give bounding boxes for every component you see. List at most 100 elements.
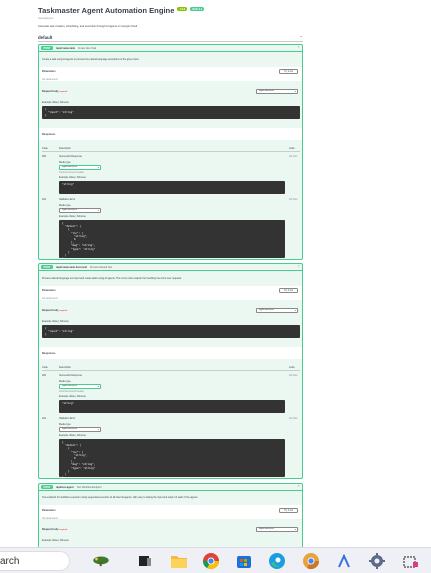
operation-header[interactable]: POST /api/test-agent Test Workflow Endpo… [39, 484, 302, 491]
response-example-code: { "detail": [ { "loc": [ "string", 0 ], … [59, 220, 285, 260]
operation-header[interactable]: POST /api/create-task Create New Task ⌃ [39, 45, 302, 52]
edge-icon[interactable] [268, 552, 286, 570]
chevron-down-icon: ▾ [294, 90, 296, 93]
controls-accept-note: Controls Accept header. [59, 171, 85, 174]
links-column-header: Links [289, 366, 295, 369]
example-value-tabs[interactable]: Example Value | Schema [59, 395, 86, 398]
tag-default-header[interactable]: default ⌃ [38, 34, 303, 42]
example-value-tabs[interactable]: Example Value | Schema [59, 215, 86, 218]
example-value-tabs[interactable]: Example Value | Schema [42, 539, 69, 542]
chevron-up-icon[interactable]: ⌃ [297, 485, 300, 489]
operation-path: /api/create-task-from-text [56, 265, 88, 269]
chevron-down-icon: ▾ [97, 209, 99, 212]
example-value-tabs[interactable]: Example Value | Schema [59, 176, 86, 179]
response-example-code: "string" [59, 181, 285, 194]
operation-test-agent: POST /api/test-agent Test Workflow Endpo… [38, 483, 303, 547]
request-content-type-select[interactable]: application/json ▾ [256, 89, 298, 94]
chevron-down-icon: ▾ [294, 528, 296, 531]
description-column-header: Description [59, 366, 71, 369]
api-header: Taskmaster Agent Automation Engine 1.0.0… [38, 6, 338, 28]
operation-path: /api/create-task [56, 46, 75, 50]
example-value-tabs[interactable]: Example Value | Schema [59, 434, 86, 437]
version-badge: 1.0.0 [177, 7, 188, 11]
request-example-code: { "input": "string" } [42, 325, 300, 338]
required-marker: required [59, 529, 68, 531]
response-code: 200 [42, 374, 46, 377]
try-it-out-button[interactable]: Try it out [279, 69, 298, 74]
search-text: arch [0, 555, 20, 567]
taskbar-search-box[interactable]: arch [0, 551, 70, 571]
response-description: Successful Response [59, 155, 82, 158]
chevron-down-icon: ▾ [294, 309, 296, 312]
divider [42, 151, 300, 152]
media-type-value: application/json [62, 428, 78, 431]
swagger-page: Taskmaster Agent Automation Engine 1.0.0… [0, 0, 431, 547]
windows-taskbar: arch [0, 547, 431, 573]
response-media-type-select[interactable]: application/json ▾ [59, 165, 101, 170]
response-example-code: { "detail": [ { "loc": [ "string", 0 ], … [59, 439, 285, 479]
chevron-down-icon: ▾ [97, 166, 99, 169]
response-media-type-select[interactable]: application/json ▾ [59, 384, 101, 389]
snipping-tool-icon[interactable] [402, 552, 420, 570]
required-marker: required [59, 91, 68, 93]
tree-widget-icon[interactable] [92, 552, 110, 570]
example-value-tabs[interactable]: Example Value | Schema [42, 320, 69, 323]
media-type-label: Media type [59, 204, 71, 207]
response-media-type-select[interactable]: application/json ▾ [59, 427, 101, 432]
request-body-label: Request body required [42, 528, 67, 531]
chevron-up-icon[interactable]: ⌃ [297, 46, 300, 50]
response-description: Successful Response [59, 374, 82, 377]
chrome-icon[interactable] [202, 552, 220, 570]
try-it-out-button[interactable]: Try it out [279, 508, 298, 513]
example-value-tabs[interactable]: Example Value | Schema [42, 101, 69, 104]
no-parameters: No parameters [42, 517, 58, 520]
response-code: 200 [42, 155, 46, 158]
try-it-out-button[interactable]: Try it out [279, 288, 298, 293]
no-parameters: No parameters [42, 78, 58, 81]
chevron-up-icon[interactable]: ⌃ [297, 265, 300, 269]
description-column-header: Description [59, 147, 71, 150]
params-section-bg [39, 505, 302, 519]
operation-create-task: POST /api/create-task Create New Task ⌃ … [38, 44, 303, 260]
response-description: Validation Error [59, 417, 76, 420]
task-view-icon[interactable] [136, 552, 154, 570]
chrome-canary-icon[interactable] [302, 552, 320, 570]
chevron-down-icon: ▾ [97, 428, 99, 431]
oas-badge: OAS 3.1 [190, 7, 205, 11]
media-type-label: Media type [59, 423, 71, 426]
content-type-value: application/json [259, 528, 275, 531]
request-example-code: { "input": "string" } [42, 106, 300, 119]
request-content-type-select[interactable]: application/json ▾ [256, 308, 298, 313]
content-type-value: application/json [259, 309, 275, 312]
response-description: Validation Error [59, 198, 76, 201]
responses-section-bg [39, 128, 302, 140]
response-links: No links [289, 198, 298, 201]
request-body-label: Request body required [42, 90, 67, 93]
response-media-type-select[interactable]: application/json ▾ [59, 208, 101, 213]
tag-name: default [38, 35, 53, 40]
chevron-up-icon[interactable]: ⌃ [300, 35, 303, 40]
response-example-code: "string" [59, 400, 285, 413]
no-parameters: No parameters [42, 297, 58, 300]
operation-path: /api/test-agent [56, 485, 74, 489]
operation-summary: Create New Task [77, 46, 97, 50]
links-column-header: Links [289, 147, 295, 150]
media-type-label: Media type [59, 161, 71, 164]
request-content-type-select[interactable]: application/json ▾ [256, 527, 298, 532]
params-section-bg [39, 67, 302, 81]
responses-label: Responses [42, 133, 56, 136]
store-icon[interactable] [235, 552, 253, 570]
api-title: Taskmaster Agent Automation Engine [38, 6, 175, 15]
api-description: Automate task creation, scheduling, and … [38, 25, 138, 28]
file-explorer-icon[interactable] [170, 552, 188, 570]
method-badge: POST [41, 45, 54, 51]
media-type-label: Media type [59, 380, 71, 383]
operation-description: Test endpoint for workflow execution usi… [42, 496, 199, 499]
openapi-link[interactable]: /openapi.json [38, 17, 338, 20]
code-column-header: Code [42, 147, 48, 150]
operation-header[interactable]: POST /api/create-task-from-text Process … [39, 264, 302, 271]
settings-icon[interactable] [368, 552, 386, 570]
content-type-value: application/json [259, 90, 275, 93]
operation-description: Process natural language text input and … [42, 277, 182, 280]
arc-icon[interactable] [335, 552, 353, 570]
